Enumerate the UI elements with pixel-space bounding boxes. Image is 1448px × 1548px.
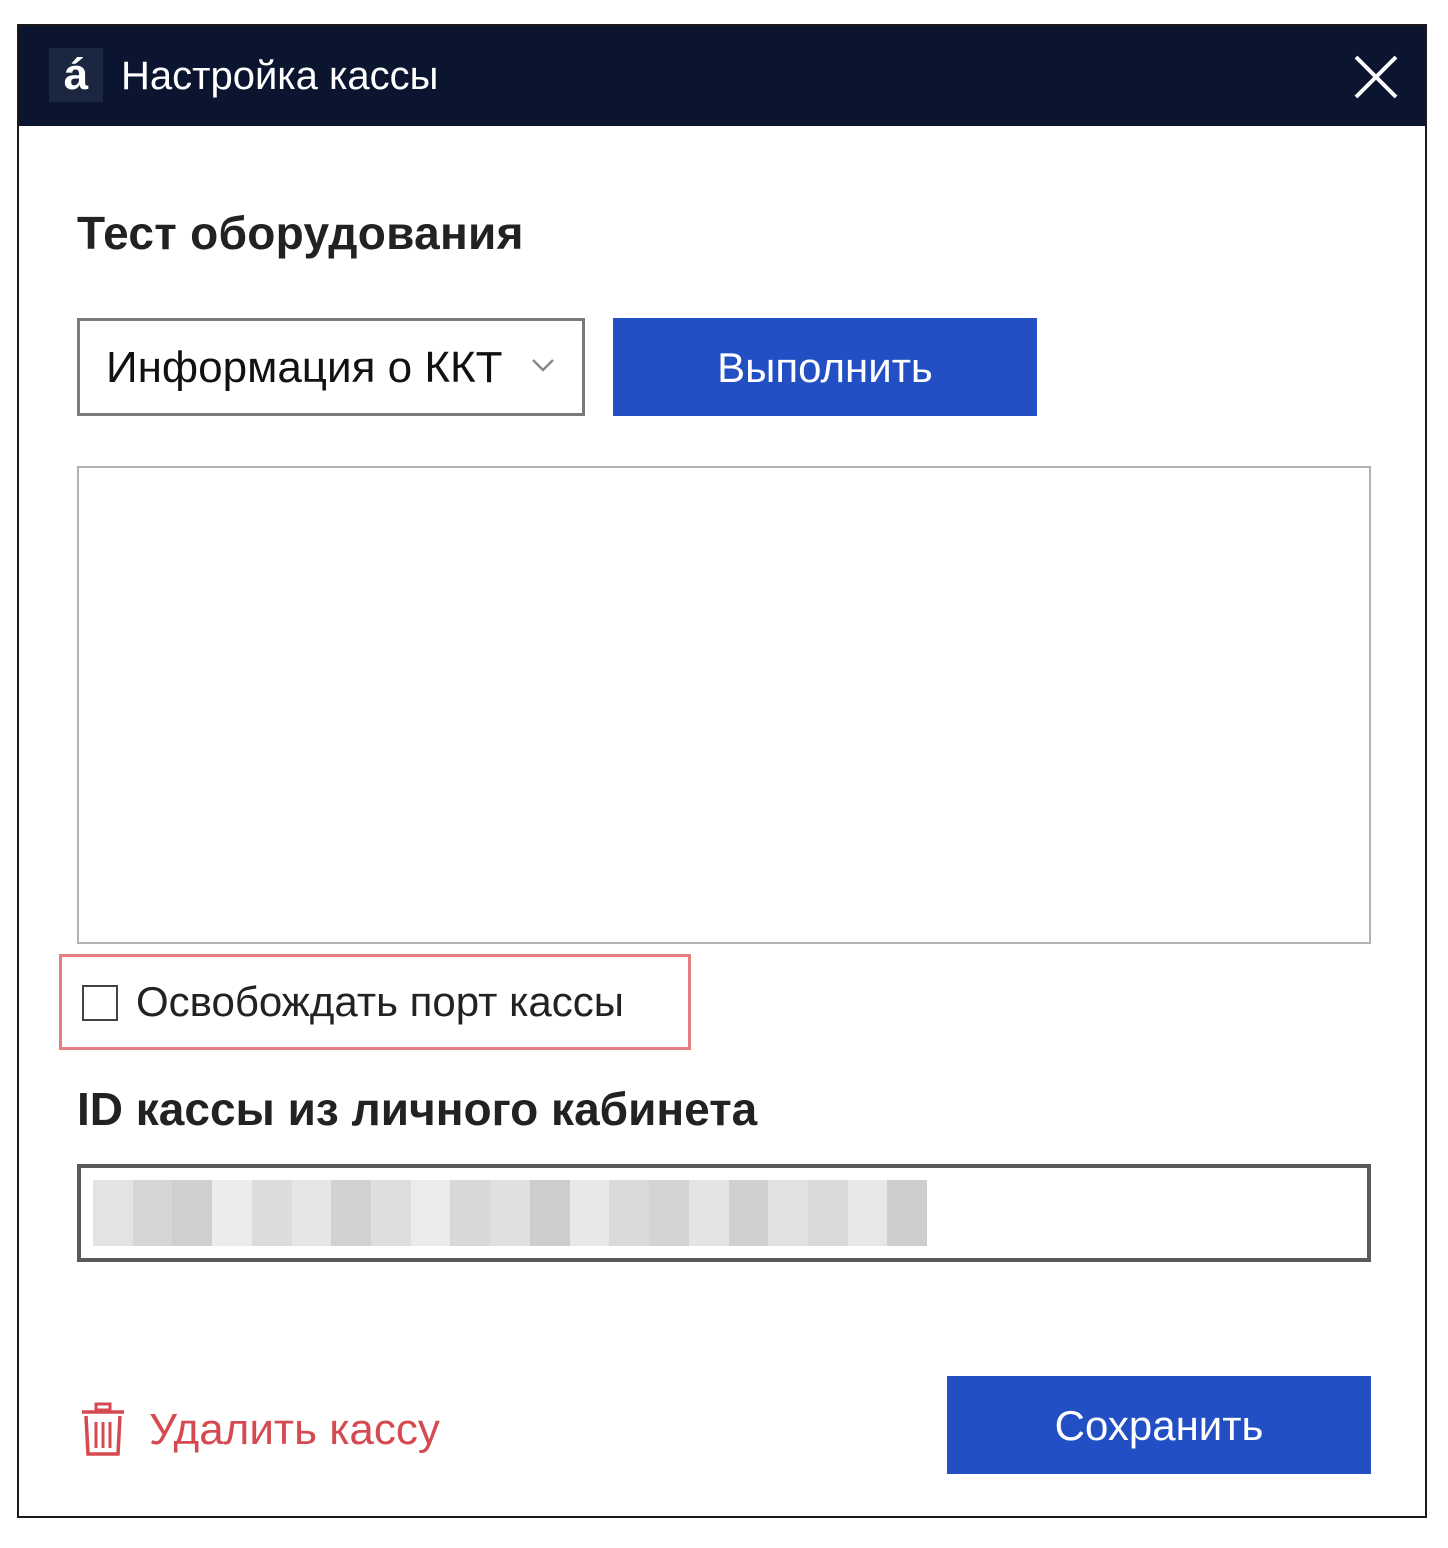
test-command-value: Информация о ККТ xyxy=(106,343,503,392)
app-logo: á xyxy=(49,48,103,102)
title-bar: á Настройка кассы xyxy=(19,26,1425,126)
window-title: Настройка кассы xyxy=(121,54,439,98)
cash-id-heading: ID кассы из личного кабинета xyxy=(77,1083,758,1135)
run-test-button[interactable]: Выполнить xyxy=(613,318,1037,416)
save-button[interactable]: Сохранить xyxy=(947,1376,1371,1474)
chevron-down-icon xyxy=(532,359,554,372)
close-icon xyxy=(1354,55,1398,99)
trash-icon xyxy=(82,1402,124,1456)
release-port-checkbox[interactable] xyxy=(82,985,118,1021)
cash-register-settings-dialog: á Настройка кассы Тест оборудования Инфо… xyxy=(17,24,1427,1518)
delete-cash-register-label: Удалить кассу xyxy=(149,1405,440,1454)
release-port-label[interactable]: Освобождать порт кассы xyxy=(136,975,624,1029)
cash-id-input[interactable] xyxy=(77,1164,1371,1262)
release-port-highlight: Освобождать порт кассы xyxy=(59,954,691,1050)
test-command-select[interactable]: Информация о ККТ xyxy=(77,318,585,416)
equipment-test-heading: Тест оборудования xyxy=(77,207,524,259)
close-button[interactable] xyxy=(1351,52,1401,102)
obscured-id-value xyxy=(93,1180,928,1246)
test-output-area[interactable] xyxy=(77,466,1371,944)
